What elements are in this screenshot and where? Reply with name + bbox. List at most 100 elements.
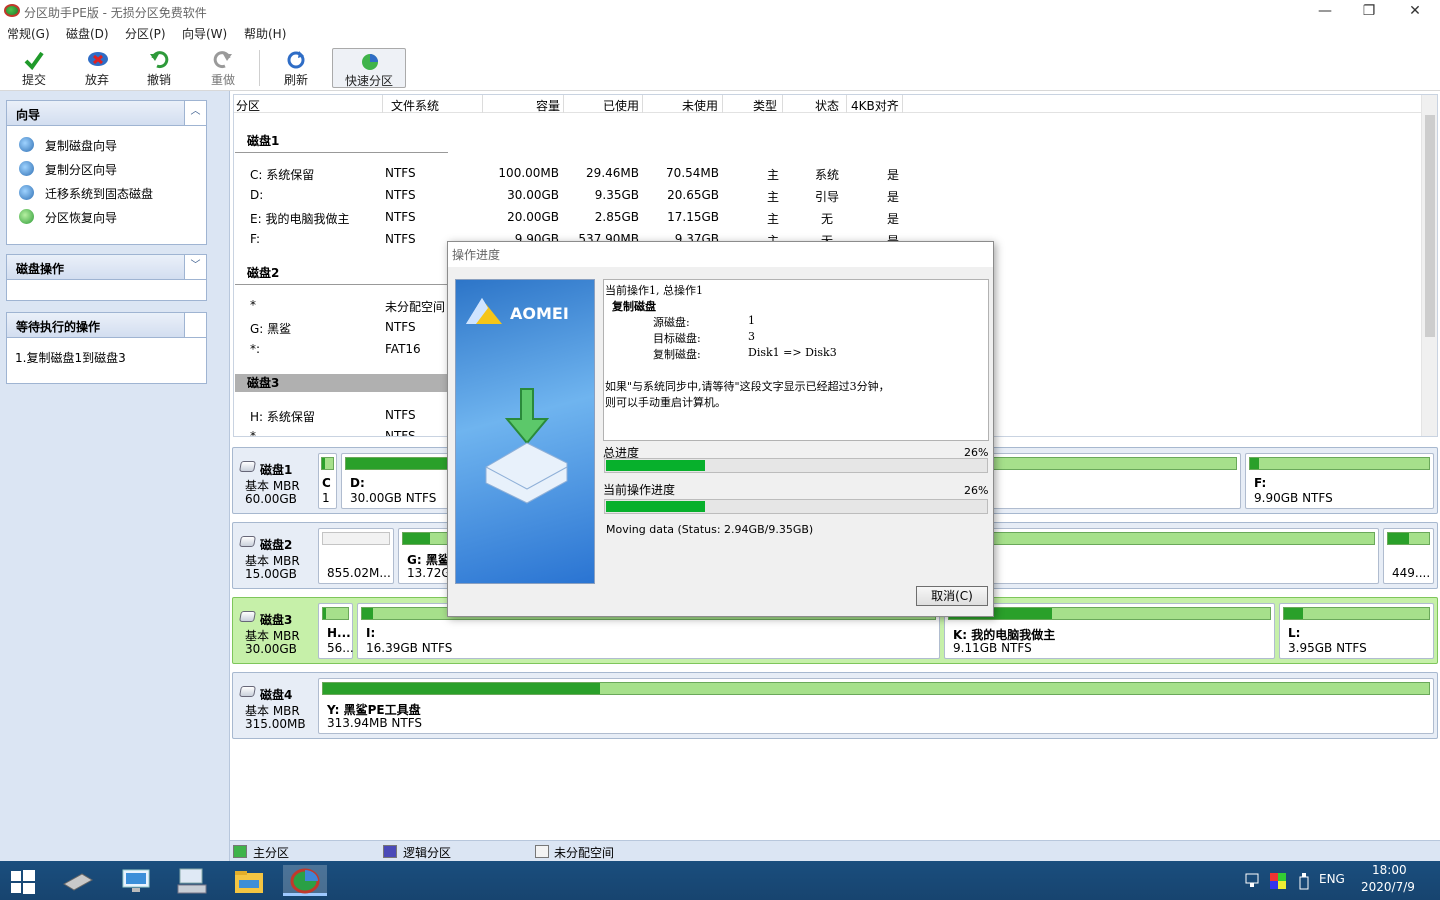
partition-block[interactable]: F: 9.90GB NTFS bbox=[1245, 453, 1434, 509]
start-button[interactable] bbox=[0, 865, 46, 896]
cancel-button[interactable]: 取消(C) bbox=[916, 586, 988, 606]
scrollbar-thumb[interactable] bbox=[1425, 115, 1435, 337]
partition-block[interactable]: 855.02M... bbox=[318, 528, 394, 584]
menu-help[interactable]: 帮助(H) bbox=[244, 25, 286, 42]
usage-fill bbox=[323, 608, 326, 619]
disk1-info: 磁盘1 基本 MBR 60.00GB bbox=[233, 448, 315, 513]
usage-bar bbox=[321, 457, 334, 470]
col-filesystem[interactable]: 文件系统 bbox=[391, 97, 439, 114]
disk4-map[interactable]: 磁盘4 基本 MBR 315.00MB Y: 黑鲨PE工具盘 313.94MB N… bbox=[232, 672, 1438, 739]
source-disk-value: 1 bbox=[748, 314, 755, 327]
expand-icon[interactable]: ﹀ bbox=[184, 255, 206, 279]
taskbar-partition-assistant[interactable] bbox=[283, 865, 327, 896]
title-bar: 分区助手PE版 - 无损分区免费软件 — ❐ ✕ bbox=[0, 0, 1440, 22]
logical-swatch bbox=[383, 845, 397, 858]
cell-unused: 20.65GB bbox=[667, 188, 719, 202]
pending-toggle-icon[interactable] bbox=[184, 313, 206, 337]
list-scrollbar[interactable] bbox=[1421, 95, 1437, 436]
partition-block[interactable]: L: 3.95GB NTFS bbox=[1279, 603, 1434, 659]
collapse-icon[interactable]: ︿ bbox=[184, 101, 206, 125]
usage-fill bbox=[1388, 533, 1409, 544]
wizard-panel-header[interactable]: 向导 ︿ bbox=[7, 101, 206, 126]
cell-capacity: 30.00GB bbox=[507, 188, 559, 202]
col-used[interactable]: 已使用 bbox=[603, 97, 639, 114]
partition-label: L: bbox=[1288, 626, 1301, 640]
cell-filesystem: FAT16 bbox=[385, 342, 421, 356]
cell-partition: * bbox=[250, 298, 256, 312]
cell-partition: E: 我的电脑我做主 bbox=[250, 212, 350, 226]
hard-drive-icon bbox=[63, 873, 93, 891]
close-button[interactable]: ✕ bbox=[1392, 0, 1438, 22]
brand-name: AOMEI bbox=[510, 304, 569, 323]
col-partition[interactable]: 分区 bbox=[236, 97, 260, 114]
quick-partition-button[interactable]: 快速分区 bbox=[332, 48, 406, 88]
minimize-button[interactable]: — bbox=[1302, 0, 1348, 22]
col-status[interactable]: 状态 bbox=[815, 97, 839, 114]
copy-disk-label: 复制磁盘: bbox=[653, 348, 701, 361]
usage-bar bbox=[322, 607, 349, 620]
partition-info: 16.39GB NTFS bbox=[366, 641, 453, 655]
col-type[interactable]: 类型 bbox=[753, 97, 777, 114]
quick-partition-label: 快速分区 bbox=[344, 74, 393, 88]
usage-bar bbox=[1283, 607, 1430, 620]
cell-type: 主 bbox=[767, 168, 780, 182]
cell-capacity: 20.00GB bbox=[507, 210, 559, 224]
taskbar-keyboard-app[interactable] bbox=[170, 865, 214, 896]
disk4-info: 磁盘4 基本 MBR 315.00MB bbox=[233, 673, 315, 738]
clock-time[interactable]: 18:00 bbox=[1372, 863, 1407, 877]
disk1-group-header[interactable]: 磁盘1 bbox=[235, 132, 448, 150]
restore-button[interactable]: ❐ bbox=[1346, 0, 1392, 22]
partition-label: H... bbox=[327, 626, 351, 640]
quick-partition-icon bbox=[362, 54, 378, 70]
windows-icon bbox=[11, 870, 35, 894]
col-capacity[interactable]: 容量 bbox=[536, 97, 560, 114]
color-settings-icon[interactable] bbox=[1270, 873, 1286, 889]
usage-fill bbox=[1250, 458, 1259, 469]
menu-disk[interactable]: 磁盘(D) bbox=[66, 25, 109, 42]
wizard-item-label: 分区恢复向导 bbox=[45, 211, 118, 225]
usb-drive-icon[interactable] bbox=[1298, 872, 1310, 890]
partition-label: F: bbox=[1254, 476, 1267, 490]
partition-block[interactable]: C1 bbox=[318, 453, 337, 509]
operation-count: 当前操作1, 总操作1 bbox=[605, 284, 703, 297]
language-indicator[interactable]: ENG bbox=[1319, 872, 1345, 886]
cell-filesystem: NTFS bbox=[385, 210, 416, 224]
usage-fill bbox=[323, 683, 600, 694]
partition-block[interactable]: H... 56... bbox=[318, 603, 354, 659]
menu-wizard[interactable]: 向导(W) bbox=[182, 25, 227, 42]
aomei-banner: AOMEI bbox=[455, 279, 595, 584]
legend-primary: 主分区 bbox=[253, 846, 290, 860]
cell-4k: 是 bbox=[887, 190, 900, 204]
migrate-wizard-icon bbox=[19, 185, 34, 200]
partition-block[interactable]: 449.... bbox=[1383, 528, 1434, 584]
submit-button[interactable]: 提交 bbox=[6, 47, 62, 89]
primary-swatch bbox=[233, 845, 247, 858]
refresh-button[interactable]: 刷新 bbox=[268, 47, 324, 89]
disk2-group-header[interactable]: 磁盘2 bbox=[235, 264, 448, 282]
cell-status: 引导 bbox=[815, 190, 840, 204]
col-unused[interactable]: 未使用 bbox=[682, 97, 718, 114]
network-icon[interactable] bbox=[1245, 873, 1263, 889]
discard-button[interactable]: 放弃 bbox=[69, 47, 125, 89]
redo-button[interactable]: 重做 bbox=[195, 47, 251, 89]
progress-status: Moving data (Status: 2.94GB/9.35GB) bbox=[606, 523, 814, 536]
partition-block[interactable] bbox=[975, 528, 1379, 584]
undo-button[interactable]: 撤销 bbox=[131, 47, 187, 89]
partition-block[interactable]: Y: 黑鲨PE工具盘 313.94MB NTFS bbox=[318, 678, 1434, 734]
disk-ops-header[interactable]: 磁盘操作 ﹀ bbox=[7, 255, 206, 280]
disk-icon bbox=[239, 611, 256, 622]
cell-unused: 17.15GB bbox=[667, 210, 719, 224]
copy-disk-value: Disk1 => Disk3 bbox=[748, 346, 837, 359]
taskbar-explorer-app[interactable] bbox=[227, 865, 271, 896]
taskbar-computer-app[interactable] bbox=[114, 865, 158, 896]
disk-size: 315.00MB bbox=[245, 717, 306, 731]
menu-partition[interactable]: 分区(P) bbox=[125, 25, 166, 42]
disk3-group-header[interactable]: 磁盘3 bbox=[235, 374, 448, 392]
wizard-panel: 向导 ︿ 复制磁盘向导 复制分区向导 迁移系统到固态磁盘 分区恢复向导 bbox=[6, 100, 207, 245]
legend-bar: 主分区 逻辑分区 未分配空间 bbox=[230, 840, 1440, 861]
menu-general[interactable]: 常规(G) bbox=[7, 25, 50, 42]
pending-ops-header: 等待执行的操作 bbox=[7, 313, 206, 338]
taskbar-drive-app[interactable] bbox=[56, 865, 100, 896]
col-4k-align[interactable]: 4KB对齐 bbox=[851, 97, 899, 114]
clock-date[interactable]: 2020/7/9 bbox=[1361, 880, 1415, 894]
